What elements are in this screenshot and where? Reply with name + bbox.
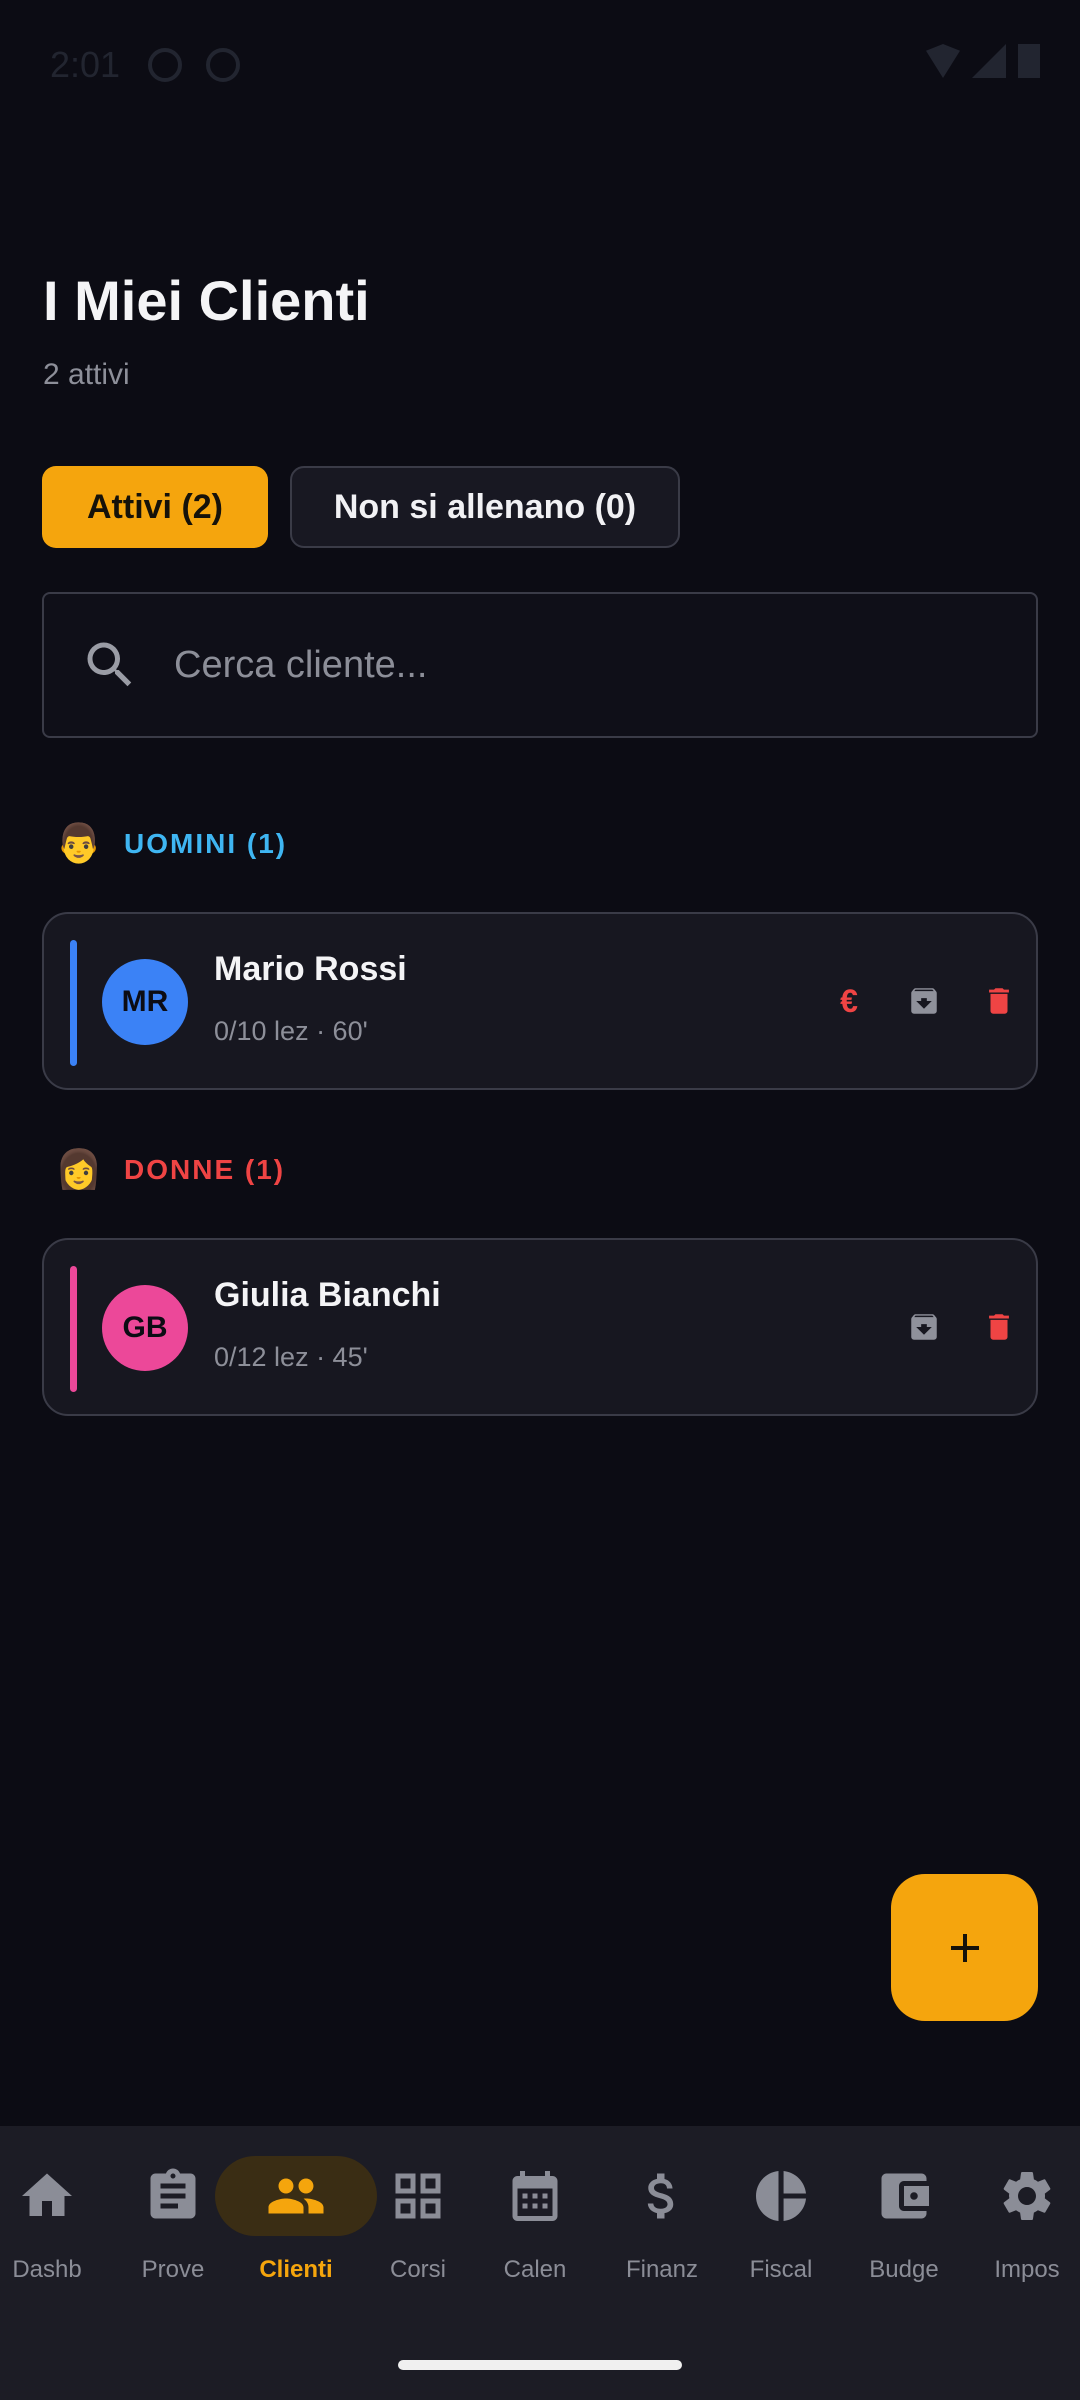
wifi-icon [926,44,960,78]
wallet-icon [881,2173,929,2219]
delete-button[interactable] [974,1302,1024,1352]
archive-icon [911,988,937,1014]
section-women-header: 👩 DONNE (1) [54,1148,285,1192]
client-name: Giulia Bianchi [214,1276,441,1314]
status-bar: 2:01 [0,0,1080,130]
client-lessons: 0/12 lez · 45' [214,1342,368,1372]
section-men-label: UOMINI (1) [124,828,288,859]
add-client-button[interactable] [891,1874,1038,2021]
status-time: 2:01 [50,44,121,85]
plus-icon [950,1933,979,1962]
trash-icon [989,988,1009,1014]
dollar-icon [647,2173,674,2219]
nav-label: Impos [994,2256,1060,2283]
people-icon [268,2178,324,2214]
battery-icon [1018,44,1040,78]
nav-budget[interactable]: Budge [844,2156,964,2296]
trash-icon [989,1314,1009,1340]
nav-dashboard[interactable]: Dashb [0,2156,107,2296]
active-count: 2 attivi [43,358,130,391]
clipboard-icon [150,2168,196,2219]
client-lessons: 0/10 lez · 60' [214,1016,368,1046]
client-card-giulia-bianchi[interactable]: GB Giulia Bianchi 0/12 lez · 45' [42,1238,1038,1416]
home-indicator[interactable] [398,2360,682,2370]
client-name: Mario Rossi [214,950,407,988]
woman-emoji-icon: 👩 [55,1149,103,1191]
page-title: I Miei Clienti [43,269,370,332]
calendar-icon [512,2171,558,2221]
nav-impostazioni[interactable]: Impos [967,2156,1080,2296]
archive-button[interactable] [899,1302,949,1352]
client-card-mario-rossi[interactable]: MR Mario Rossi 0/10 lez · 60' € [42,912,1038,1090]
gender-accent-bar [70,940,77,1066]
section-men-header: 👨 UOMINI (1) [54,822,287,866]
nav-prove[interactable]: Prove [113,2156,233,2296]
status-icons [926,44,1040,78]
tab-non-si-allenano[interactable]: Non si allenano (0) [290,466,680,548]
sync-icon [206,48,240,82]
avatar: MR [102,959,188,1045]
search-box[interactable] [42,592,1038,738]
pie-chart-icon [756,2171,806,2221]
bottom-nav: Dashb Prove Clienti Corsi Calen Finanz F… [0,2126,1080,2400]
search-icon [87,642,132,687]
filter-tabs: Attivi (2) Non si allenano (0) [42,466,680,548]
nav-calendario[interactable]: Calen [475,2156,595,2296]
section-women-label: DONNE (1) [124,1154,286,1185]
home-icon [22,2173,72,2216]
tab-attivi[interactable]: Attivi (2) [42,466,268,548]
gear-icon [1003,2172,1051,2220]
payment-button[interactable]: € [824,976,874,1026]
info-icon [148,48,182,82]
man-emoji-icon: 👨 [55,823,103,865]
delete-button[interactable] [974,976,1024,1026]
archive-button[interactable] [899,976,949,1026]
avatar: GB [102,1285,188,1371]
grid-icon [395,2173,441,2219]
nav-fiscale[interactable]: Fiscal [721,2156,841,2296]
signal-icon [972,44,1006,78]
gender-accent-bar [70,1266,77,1392]
archive-icon [911,1314,937,1340]
search-input[interactable] [174,643,974,687]
